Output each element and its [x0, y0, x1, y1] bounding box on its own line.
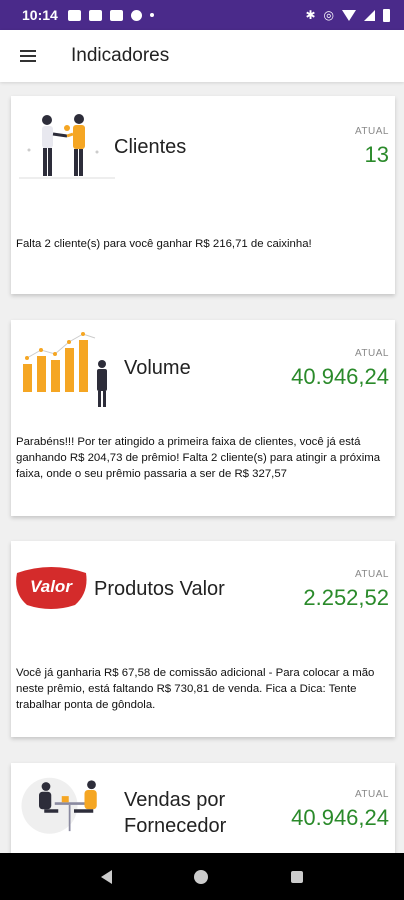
atual-label: ATUAL: [355, 348, 389, 359]
page-title: Indicadores: [71, 45, 170, 66]
atual-label: ATUAL: [355, 789, 389, 800]
indicator-value: 2.252,52: [303, 585, 389, 610]
vibrate-icon: ◎: [323, 8, 334, 22]
indicator-card-volume[interactable]: Volume ATUAL 40.946,24 Parabéns!!! Por t…: [11, 320, 395, 516]
card-title: Vendas por Fornecedor: [124, 789, 227, 837]
home-icon[interactable]: [194, 869, 209, 884]
card-message: Parabéns!!! Por ter atingido a primeira …: [16, 436, 381, 480]
atual-label: ATUAL: [355, 126, 389, 137]
notification-icon: [67, 9, 81, 21]
status-time: 10:14: [22, 7, 58, 23]
card-title: Clientes: [114, 136, 187, 158]
card-title: Produtos Valor: [94, 578, 225, 600]
signal-icon: [364, 9, 375, 21]
notification-icon: [88, 9, 102, 21]
atual-label: ATUAL: [355, 569, 389, 580]
app-bar: Indicadores: [0, 30, 404, 82]
card-title: Volume: [124, 357, 191, 379]
bluetooth-icon: ✱: [305, 8, 316, 22]
more-notifications-icon: [149, 13, 154, 17]
growth-chart-illustration: [23, 332, 107, 407]
card-message: Você já ganharia R$ 67,58 de comissão ad…: [16, 667, 375, 711]
status-indicators: ✱ ◎: [305, 8, 390, 22]
card-message: Falta 2 cliente(s) para você ganhar R$ 2…: [16, 238, 312, 250]
notification-icon: [109, 9, 123, 21]
back-icon[interactable]: [101, 869, 113, 884]
menu-icon[interactable]: [20, 50, 36, 62]
indicator-value: 13: [364, 142, 389, 167]
valor-logo: Valor: [15, 565, 88, 611]
valor-logo-text: Valor: [30, 577, 73, 596]
battery-icon: [383, 8, 390, 22]
recents-icon[interactable]: [290, 870, 303, 883]
system-nav-bar: [0, 853, 404, 900]
indicator-value: 40.946,24: [291, 364, 389, 389]
wifi-icon: [342, 9, 356, 21]
indicator-card-produtos-valor[interactable]: Valor Produtos Valor ATUAL 2.252,52 Você…: [11, 541, 395, 737]
notification-icon: [130, 9, 142, 21]
handshake-illustration: [19, 114, 115, 179]
indicator-card-clientes[interactable]: Clientes ATUAL 13 Falta 2 cliente(s) par…: [11, 96, 395, 294]
indicator-value: 40.946,24: [291, 805, 389, 830]
status-bar: 10:14 ✱ ◎: [0, 0, 404, 30]
meeting-illustration: [21, 777, 97, 834]
